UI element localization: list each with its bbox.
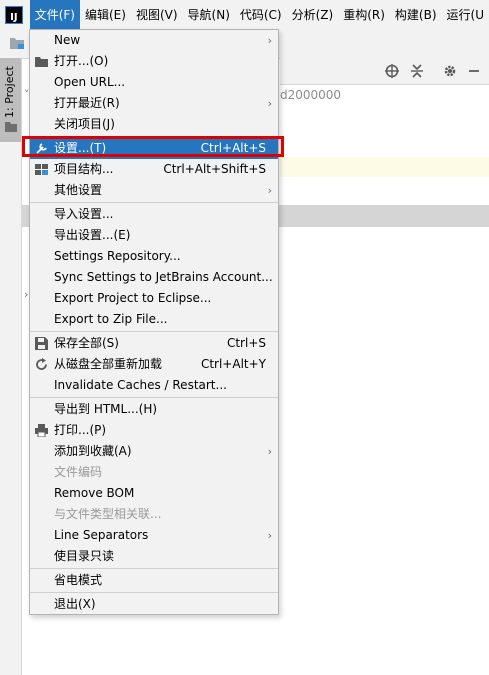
shortcut-label: Ctrl+Alt+Shift+S xyxy=(163,162,266,176)
gear-icon[interactable] xyxy=(443,64,457,78)
menu-item-export-zip[interactable]: Export to Zip File... xyxy=(30,309,278,330)
menu-file[interactable]: 文件(F) xyxy=(29,0,80,30)
menu-item-project-structure[interactable]: 项目结构... Ctrl+Alt+Shift+S xyxy=(30,159,278,180)
menu-item-label: Invalidate Caches / Restart... xyxy=(54,378,227,392)
menu-item-associate-file-type: 与文件类型相关联... xyxy=(30,504,278,525)
menu-refactor[interactable]: 重构(R) xyxy=(338,0,390,30)
menu-item-label: 打开...(O) xyxy=(54,54,109,68)
menu-item-import-settings[interactable]: 导入设置... xyxy=(30,204,278,225)
menu-item-label: Remove BOM xyxy=(54,486,135,500)
menu-separator xyxy=(30,397,278,398)
menu-code[interactable]: 代码(C) xyxy=(235,0,287,30)
menu-item-label: Line Separators xyxy=(54,528,149,542)
menu-item-export-eclipse[interactable]: Export Project to Eclipse... xyxy=(30,288,278,309)
folder-open-icon xyxy=(35,57,48,67)
menu-item-save-all[interactable]: 保存全部(S) Ctrl+S xyxy=(30,333,278,354)
menu-item-open-recent[interactable]: 打开最近(R) › xyxy=(30,93,278,114)
menu-item-export-settings[interactable]: 导出设置...(E) xyxy=(30,225,278,246)
menu-item-print[interactable]: 打印...(P) xyxy=(30,420,278,441)
menu-item-label: 省电模式 xyxy=(54,573,103,587)
menu-item-label: New xyxy=(54,33,81,47)
menu-item-label: 保存全部(S) xyxy=(54,336,119,350)
menu-item-invalidate-caches[interactable]: Invalidate Caches / Restart... xyxy=(30,375,278,396)
menu-item-reload-from-disk[interactable]: 从磁盘全部重新加载 Ctrl+Alt+Y xyxy=(30,354,278,375)
menu-separator xyxy=(30,202,278,203)
menu-build[interactable]: 构建(B) xyxy=(390,0,442,30)
menu-view[interactable]: 视图(V) xyxy=(131,0,183,30)
target-icon[interactable] xyxy=(385,64,399,78)
chevron-right-icon: › xyxy=(267,97,272,110)
menu-item-label: 文件编码 xyxy=(54,465,103,479)
tool-window-strip: 1: Project xyxy=(0,58,22,675)
menu-item-remove-bom[interactable]: Remove BOM xyxy=(30,483,278,504)
menu-item-label: 打印...(P) xyxy=(54,423,107,437)
menu-item-line-separators[interactable]: Line Separators › xyxy=(30,525,278,546)
menu-item-file-encoding: 文件编码 xyxy=(30,462,278,483)
menu-item-new[interactable]: New › xyxy=(30,30,278,51)
menu-item-open[interactable]: 打开...(O) xyxy=(30,51,278,72)
menu-item-label: 使目录只读 xyxy=(54,549,115,563)
menu-analyze[interactable]: 分析(Z) xyxy=(287,0,339,30)
menu-item-label: 打开最近(R) xyxy=(54,96,120,110)
chevron-right-icon: › xyxy=(267,34,272,47)
shortcut-label: Ctrl+Alt+Y xyxy=(200,357,266,371)
menu-separator xyxy=(30,136,278,137)
menu-item-label: 从磁盘全部重新加载 xyxy=(54,357,163,371)
chevron-right-icon: › xyxy=(267,445,272,458)
menu-item-label: 设置...(T) xyxy=(54,141,107,155)
shortcut-label: Ctrl+S xyxy=(226,336,266,350)
menu-item-label: 导入设置... xyxy=(54,207,114,221)
menu-item-label: 项目结构... xyxy=(54,162,114,176)
menu-item-other-settings[interactable]: 其他设置 › xyxy=(30,180,278,201)
menu-item-label: Open URL... xyxy=(54,75,126,89)
refresh-icon xyxy=(36,358,47,370)
menu-navigate[interactable]: 导航(N) xyxy=(183,0,235,30)
menu-separator xyxy=(30,331,278,332)
menu-item-settings-repository[interactable]: Settings Repository... xyxy=(30,246,278,267)
menu-item-power-save-mode[interactable]: 省电模式 xyxy=(30,570,278,591)
menu-item-label: Export Project to Eclipse... xyxy=(54,291,212,305)
save-icon xyxy=(35,337,48,350)
panel-header xyxy=(280,58,489,85)
project-structure-icon xyxy=(35,164,48,175)
minimize-icon[interactable] xyxy=(467,64,481,78)
menu-item-label: Export to Zip File... xyxy=(54,312,168,326)
menu-item-exit[interactable]: 退出(X) xyxy=(30,594,278,615)
menu-item-open-url[interactable]: Open URL... xyxy=(30,72,278,93)
project-tab-label: 1: Project xyxy=(3,66,16,118)
shortcut-label: Ctrl+Alt+S xyxy=(200,141,266,155)
menu-item-label: Sync Settings to JetBrains Account... xyxy=(54,270,273,284)
editor-highlight-row xyxy=(280,157,489,177)
menu-separator xyxy=(30,592,278,593)
menu-item-make-directory-readonly[interactable]: 使目录只读 xyxy=(30,546,278,567)
file-menu-dropdown: New › 打开...(O) Open URL... 打开最近(R) › 关闭项… xyxy=(29,29,279,615)
chevron-right-icon: › xyxy=(267,529,272,542)
menu-item-label: 退出(X) xyxy=(54,597,96,611)
menu-item-label: 与文件类型相关联... xyxy=(54,507,162,521)
menu-edit[interactable]: 编辑(E) xyxy=(80,0,131,30)
menu-item-close-project[interactable]: 关闭项目(J) xyxy=(30,114,278,135)
menu-item-label: 导出到 HTML...(H) xyxy=(54,402,158,416)
menu-item-sync-settings[interactable]: Sync Settings to JetBrains Account... xyxy=(30,267,278,288)
app-logo-icon: IJ xyxy=(5,6,23,24)
menu-item-label: Settings Repository... xyxy=(54,249,181,263)
chevron-right-icon: › xyxy=(267,184,272,197)
folder-icon xyxy=(5,122,17,132)
printer-icon xyxy=(35,424,48,437)
wrench-icon xyxy=(36,143,47,154)
menu-item-settings[interactable]: 设置...(T) Ctrl+Alt+S xyxy=(30,138,278,159)
background-text: d2000000 xyxy=(280,88,342,102)
menu-run[interactable]: 运行(U xyxy=(442,0,489,30)
menu-separator xyxy=(30,568,278,569)
menu-item-label: 添加到收藏(A) xyxy=(54,444,132,458)
menu-item-add-to-favorites[interactable]: 添加到收藏(A) › xyxy=(30,441,278,462)
menu-item-label: 导出设置...(E) xyxy=(54,228,131,242)
menu-bar: IJ 文件(F) 编辑(E) 视图(V) 导航(N) 代码(C) 分析(Z) 重… xyxy=(0,0,489,30)
collapsed-caret-icon: › xyxy=(24,288,29,301)
menu-item-label: 其他设置 xyxy=(54,183,103,197)
collapse-icon[interactable] xyxy=(410,64,424,78)
menu-item-label: 关闭项目(J) xyxy=(54,117,115,131)
menu-item-export-html[interactable]: 导出到 HTML...(H) xyxy=(30,399,278,420)
